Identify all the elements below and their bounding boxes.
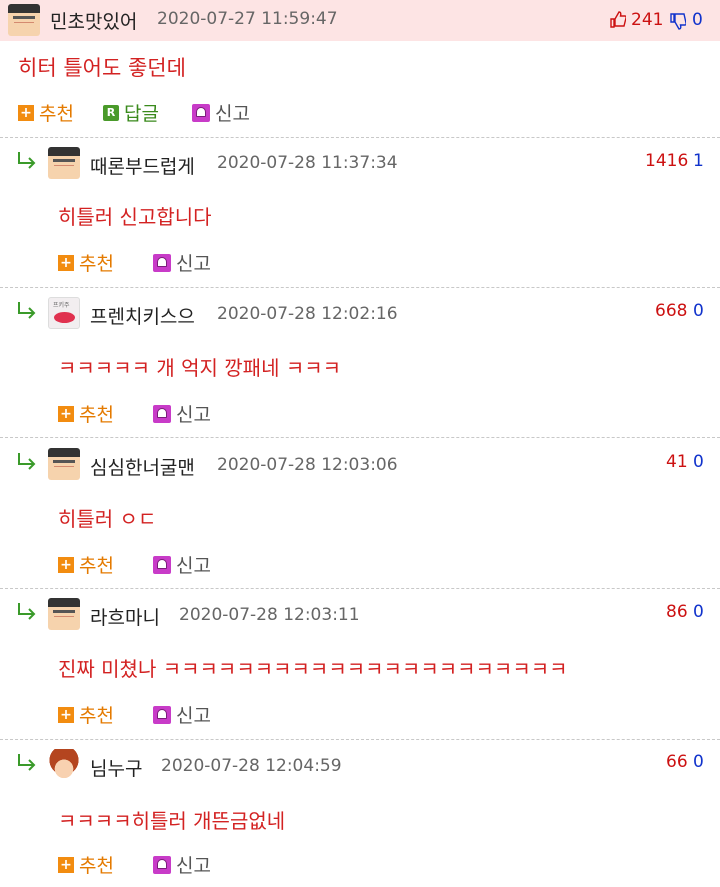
comment-text: 진짜 미쳤나 ㅋㅋㅋㅋㅋㅋㅋㅋㅋㅋㅋㅋㅋㅋㅋㅋㅋㅋㅋㅋㅋㅋ xyxy=(58,657,568,681)
divider xyxy=(0,287,720,288)
comment-date: 2020-07-28 12:03:06 xyxy=(217,455,398,475)
downvote-count: 0 xyxy=(693,602,704,622)
report-label: 신고 xyxy=(176,705,211,727)
thumbs-down-icon[interactable] xyxy=(670,13,686,30)
upvote-count: 668 xyxy=(655,301,688,321)
report-label: 신고 xyxy=(215,103,250,125)
user-avatar[interactable] xyxy=(48,147,80,179)
post-header: 민초맛있어 2020-07-27 11:59:47 241 0 xyxy=(0,0,720,41)
plus-icon: + xyxy=(58,706,74,723)
reply-arrow-icon xyxy=(18,152,36,169)
recommend-button[interactable]: + 추천 xyxy=(58,249,114,276)
report-button[interactable]: 신고 xyxy=(192,99,250,126)
post-title: 히터 틀어도 좋던데 xyxy=(18,56,186,80)
downvote-count: 0 xyxy=(693,301,704,321)
post-date: 2020-07-27 11:59:47 xyxy=(157,9,338,29)
reply-label: 답글 xyxy=(124,103,159,125)
user-avatar[interactable] xyxy=(48,749,80,781)
siren-icon xyxy=(192,103,210,122)
siren-icon xyxy=(153,705,171,724)
comment-text: ㅋㅋㅋㅋ히틀러 개뜬금없네 xyxy=(58,809,286,833)
plus-icon: + xyxy=(58,405,74,422)
user-avatar[interactable] xyxy=(8,4,40,36)
divider xyxy=(0,137,720,138)
siren-icon xyxy=(153,253,171,272)
recommend-label: 추천 xyxy=(79,253,114,275)
comment-author[interactable]: 때론부드럽게 xyxy=(90,152,195,179)
divider xyxy=(0,739,720,740)
comment-text: 히틀러 신고합니다 xyxy=(58,205,212,229)
upvote-count: 241 xyxy=(631,10,664,30)
comment-author[interactable]: 님누구 xyxy=(90,754,142,781)
comment-author[interactable]: 라흐마니 xyxy=(90,603,160,630)
recommend-button[interactable]: + 추천 xyxy=(18,99,74,126)
post-author[interactable]: 민초맛있어 xyxy=(50,7,137,34)
report-label: 신고 xyxy=(176,555,211,577)
comment-author[interactable]: 심심한너굴맨 xyxy=(90,453,195,480)
upvote-count: 86 xyxy=(666,602,688,622)
comment-date: 2020-07-28 12:03:11 xyxy=(179,605,360,625)
recommend-button[interactable]: + 추천 xyxy=(58,551,114,578)
siren-icon xyxy=(153,855,171,874)
reply-button[interactable]: R 답글 xyxy=(103,99,159,126)
siren-icon xyxy=(153,555,171,574)
report-label: 신고 xyxy=(176,855,211,877)
recommend-label: 추천 xyxy=(79,555,114,577)
comment-text: ㅋㅋㅋㅋㅋ 개 억지 깡패네 ㅋㅋㅋ xyxy=(58,356,342,380)
plus-icon: + xyxy=(18,104,34,121)
report-label: 신고 xyxy=(176,404,211,426)
recommend-label: 추천 xyxy=(79,855,114,877)
recommend-label: 추천 xyxy=(79,404,114,426)
report-button[interactable]: 신고 xyxy=(153,249,211,276)
recommend-button[interactable]: + 추천 xyxy=(58,400,114,427)
downvote-count: 1 xyxy=(693,151,704,171)
recommend-label: 추천 xyxy=(79,705,114,727)
upvote-count: 1416 xyxy=(645,151,689,171)
recommend-label: 추천 xyxy=(39,103,74,125)
divider xyxy=(0,588,720,589)
divider xyxy=(0,437,720,438)
report-button[interactable]: 신고 xyxy=(153,851,211,878)
downvote-count: 0 xyxy=(693,452,704,472)
plus-icon: + xyxy=(58,856,74,873)
plus-icon: + xyxy=(58,556,74,573)
reply-arrow-icon xyxy=(18,603,36,620)
report-label: 신고 xyxy=(176,253,211,275)
comment-text: 히틀러 ㅇㄷ xyxy=(58,507,157,531)
thumbs-up-icon[interactable] xyxy=(610,11,626,28)
upvote-count: 41 xyxy=(666,452,688,472)
reply-arrow-icon xyxy=(18,302,36,319)
plus-icon: + xyxy=(58,254,74,271)
comment-date: 2020-07-28 12:02:16 xyxy=(217,304,398,324)
reply-icon: R xyxy=(103,104,119,121)
user-avatar[interactable] xyxy=(48,448,80,480)
user-avatar[interactable] xyxy=(48,598,80,630)
reply-arrow-icon xyxy=(18,453,36,470)
comment-date: 2020-07-28 11:37:34 xyxy=(217,153,398,173)
siren-icon xyxy=(153,404,171,423)
downvote-count: 0 xyxy=(693,752,704,772)
report-button[interactable]: 신고 xyxy=(153,400,211,427)
recommend-button[interactable]: + 추천 xyxy=(58,701,114,728)
user-avatar[interactable] xyxy=(48,297,80,329)
downvote-count: 0 xyxy=(692,10,703,30)
comment-date: 2020-07-28 12:04:59 xyxy=(161,756,342,776)
report-button[interactable]: 신고 xyxy=(153,701,211,728)
recommend-button[interactable]: + 추천 xyxy=(58,851,114,878)
upvote-count: 66 xyxy=(666,752,688,772)
comment-author[interactable]: 프렌치키스으 xyxy=(90,302,195,329)
reply-arrow-icon xyxy=(18,754,36,771)
report-button[interactable]: 신고 xyxy=(153,551,211,578)
